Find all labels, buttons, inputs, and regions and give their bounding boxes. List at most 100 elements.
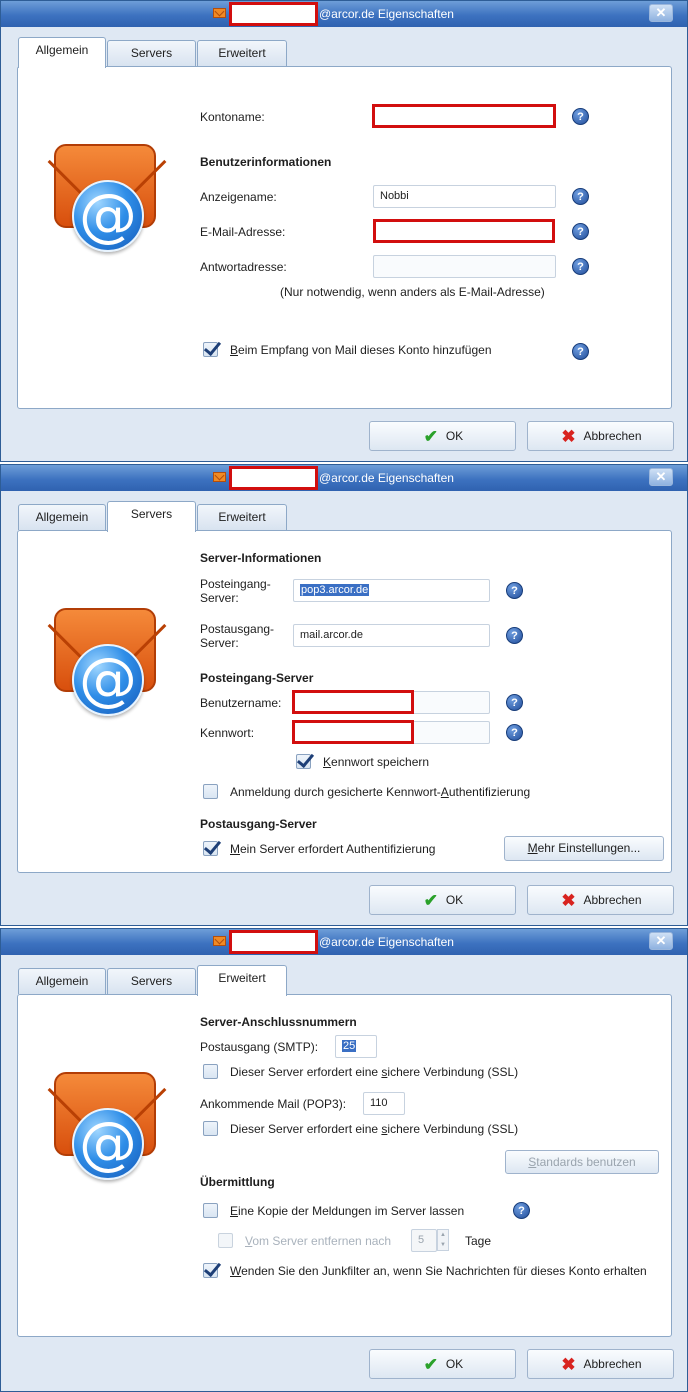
ok-button[interactable]: ✔ OK	[369, 421, 516, 451]
pop3-ssl-label: Dieser Server erfordert eine sichere Ver…	[230, 1122, 519, 1136]
days-field[interactable]: 5	[411, 1229, 437, 1252]
window-title: @arcor.de Eigenschaften	[319, 471, 454, 485]
tab-advanced[interactable]: Erweitert	[197, 965, 287, 996]
password-label: Kennwort:	[200, 726, 255, 740]
window-title: @arcor.de Eigenschaften	[319, 935, 454, 949]
reply-address-hint: (Nur notwendig, wenn anders als E-Mail-A…	[280, 285, 545, 299]
ports-header: Server-Anschlussnummern	[200, 1015, 357, 1029]
auth-required-checkbox[interactable]	[203, 841, 218, 856]
display-name-field[interactable]: Nobbi	[373, 185, 556, 208]
spa-checkbox[interactable]	[203, 784, 218, 799]
account-name-field[interactable]	[372, 104, 556, 128]
checkmark-icon: ✔	[423, 1354, 438, 1374]
incoming-server-field[interactable]: pop3.arcor.de	[293, 579, 490, 602]
help-icon[interactable]: ?	[506, 694, 523, 711]
pop3-ssl-checkbox[interactable]	[203, 1121, 218, 1136]
close-button[interactable]: ✕	[649, 932, 673, 950]
title-bar: @arcor.de Eigenschaften ✕	[1, 1, 687, 27]
include-account-checkbox[interactable]	[203, 342, 218, 357]
close-button[interactable]: ✕	[649, 4, 673, 22]
dialog-servers: @arcor.de Eigenschaften ✕ Allgemein Serv…	[0, 464, 688, 926]
reply-address-field[interactable]	[373, 255, 556, 278]
outgoing-server-field[interactable]: mail.arcor.de	[293, 624, 490, 647]
incoming-server-header: Posteingang-Server	[200, 671, 314, 685]
redacted-title	[229, 466, 318, 490]
account-name-label: Kontoname:	[200, 110, 265, 124]
mail-icon	[213, 936, 226, 946]
keep-copy-label: Eine Kopie der Meldungen im Server lasse…	[230, 1204, 465, 1218]
save-password-checkbox[interactable]	[296, 754, 311, 769]
more-settings-button[interactable]: Mehr Einstellungen...	[504, 836, 664, 861]
cancel-button[interactable]: ✖ Abbrechen	[527, 1349, 674, 1379]
tab-servers[interactable]: Servers	[107, 501, 196, 532]
dialog-advanced: @arcor.de Eigenschaften ✕ Allgemein Serv…	[0, 928, 688, 1392]
redacted-title	[229, 2, 318, 26]
email-label: E-Mail-Adresse:	[200, 225, 286, 239]
checkmark-icon: ✔	[423, 890, 438, 910]
spa-label: Anmeldung durch gesicherte Kennwort-Auth…	[230, 785, 531, 799]
incoming-server-label: Posteingang- Server:	[200, 577, 271, 605]
tab-general[interactable]: Allgemein	[18, 37, 106, 68]
ok-button[interactable]: ✔ OK	[369, 885, 516, 915]
cross-icon: ✖	[561, 890, 576, 910]
tab-advanced[interactable]: Erweitert	[197, 40, 287, 66]
cross-icon: ✖	[561, 426, 576, 446]
password-field[interactable]	[292, 720, 414, 744]
tab-general[interactable]: Allgemein	[18, 968, 106, 994]
pop3-port-label: Ankommende Mail (POP3):	[200, 1097, 347, 1111]
mail-icon	[213, 472, 226, 482]
junk-filter-checkbox[interactable]	[203, 1263, 218, 1278]
ok-button[interactable]: ✔ OK	[369, 1349, 516, 1379]
cancel-button[interactable]: ✖ Abbrechen	[527, 885, 674, 915]
cancel-button[interactable]: ✖ Abbrechen	[527, 421, 674, 451]
close-button[interactable]: ✕	[649, 468, 673, 486]
smtp-ssl-checkbox[interactable]	[203, 1064, 218, 1079]
days-label: Tage	[465, 1234, 492, 1248]
username-label: Benutzername:	[200, 696, 282, 710]
days-spinner[interactable]: ▲ ▼	[437, 1229, 449, 1251]
email-account-icon: @	[47, 1030, 167, 1187]
user-info-header: Benutzerinformationen	[200, 155, 332, 169]
server-info-header: Server-Informationen	[200, 551, 322, 565]
outgoing-server-header: Postausgang-Server	[200, 817, 317, 831]
use-defaults-button[interactable]: Standards benutzen	[505, 1150, 659, 1174]
keep-copy-checkbox[interactable]	[203, 1203, 218, 1218]
title-bar: @arcor.de Eigenschaften ✕	[1, 465, 687, 491]
help-icon[interactable]: ?	[572, 223, 589, 240]
username-field[interactable]	[292, 690, 414, 714]
email-account-icon: @	[47, 102, 167, 259]
smtp-port-field[interactable]: 25	[335, 1035, 377, 1058]
tab-general[interactable]: Allgemein	[18, 504, 106, 530]
tab-advanced[interactable]: Erweitert	[197, 504, 287, 530]
dialog-general: @arcor.de Eigenschaften ✕ Allgemein Serv…	[0, 0, 688, 462]
help-icon[interactable]: ?	[572, 188, 589, 205]
junk-filter-label: Wenden Sie den Junkfilter an, wenn Sie N…	[230, 1264, 647, 1278]
smtp-port-label: Postausgang (SMTP):	[200, 1040, 319, 1054]
save-password-label: Kennwort speichern	[323, 755, 430, 769]
spin-down-icon: ▼	[440, 1242, 446, 1248]
smtp-ssl-label: Dieser Server erfordert eine sichere Ver…	[230, 1065, 519, 1079]
help-icon[interactable]: ?	[572, 108, 589, 125]
redacted-title	[229, 930, 318, 954]
cross-icon: ✖	[561, 1354, 576, 1374]
help-icon[interactable]: ?	[572, 343, 589, 360]
help-icon[interactable]: ?	[506, 582, 523, 599]
delivery-header: Übermittlung	[200, 1175, 275, 1189]
help-icon[interactable]: ?	[506, 627, 523, 644]
help-icon[interactable]: ?	[572, 258, 589, 275]
spin-up-icon: ▲	[440, 1232, 446, 1238]
checkmark-icon: ✔	[423, 426, 438, 446]
tab-servers[interactable]: Servers	[107, 40, 196, 66]
remove-after-checkbox[interactable]	[218, 1233, 233, 1248]
pop3-port-field[interactable]: 110	[363, 1092, 405, 1115]
include-account-label: Beim Empfang von Mail dieses Konto hinzu…	[230, 343, 492, 357]
tab-servers[interactable]: Servers	[107, 968, 196, 994]
title-bar: @arcor.de Eigenschaften ✕	[1, 929, 687, 955]
help-icon[interactable]: ?	[506, 724, 523, 741]
help-icon[interactable]: ?	[513, 1202, 530, 1219]
reply-address-label: Antwortadresse:	[200, 260, 287, 274]
auth-required-label: Mein Server erfordert Authentifizierung	[230, 842, 436, 856]
email-field[interactable]	[373, 219, 555, 243]
mail-icon	[213, 8, 226, 18]
display-name-label: Anzeigename:	[200, 190, 277, 204]
